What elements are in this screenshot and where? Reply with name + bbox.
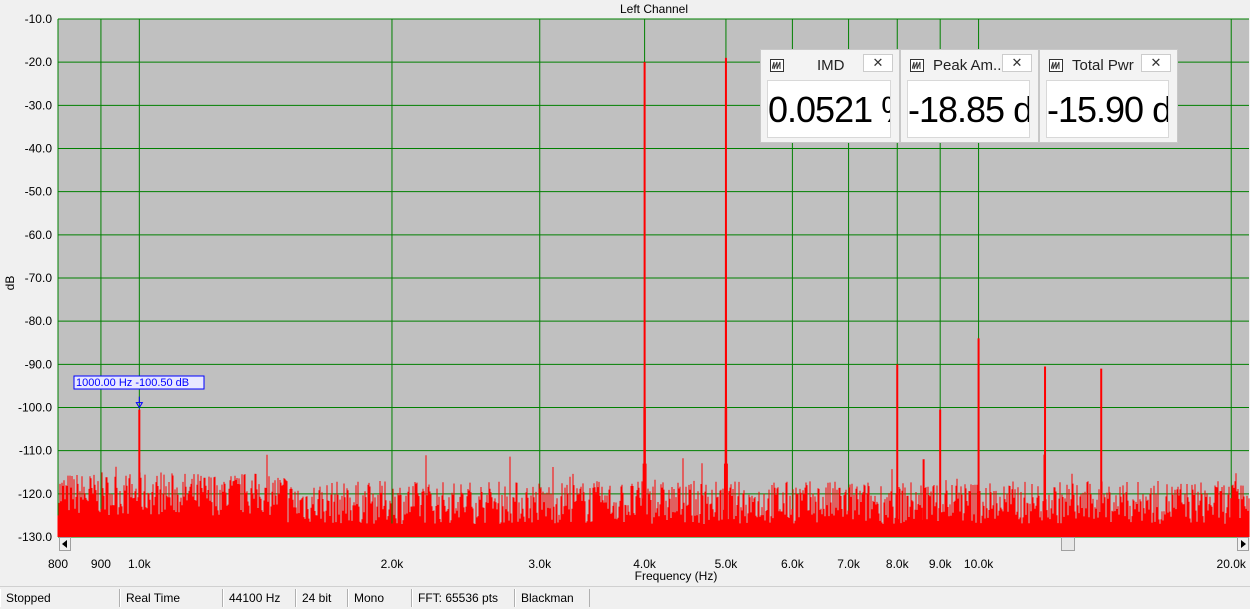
scroll-left-button[interactable]	[59, 537, 71, 551]
status-mode: Real Time	[120, 589, 223, 607]
meter-header: Total Pwr ✕	[1046, 54, 1173, 76]
status-sample-rate: 44100 Hz	[223, 589, 296, 607]
status-state: Stopped	[0, 589, 120, 607]
y-axis-label: dB	[3, 276, 17, 291]
x-tick-label: 2.0k	[381, 557, 405, 571]
meter-header: IMD ✕	[767, 54, 895, 76]
x-tick-label: 20.0k	[1217, 557, 1247, 571]
y-tick-label: -40.0	[25, 142, 53, 156]
status-window: Blackman	[515, 589, 590, 607]
y-tick-label: -20.0	[25, 55, 53, 69]
peak-amplitude-meter[interactable]: Peak Am... ✕ -18.85 dB	[900, 49, 1039, 143]
y-axis: -10.0 -20.0 -30.0 -40.0 -50.0 -60.0 -70.0 -80.0…	[18, 12, 52, 544]
y-tick-label: -50.0	[25, 185, 53, 199]
y-tick-label: -100.0	[18, 401, 52, 415]
y-tick-label: -80.0	[25, 314, 53, 328]
x-tick-label: 6.0k	[781, 557, 805, 571]
scroll-thumb[interactable]	[1061, 537, 1075, 551]
meter-title: Peak Am...	[933, 57, 1006, 74]
status-fft: FFT: 65536 pts	[412, 589, 515, 607]
imd-meter[interactable]: IMD ✕ 0.0521 %	[760, 49, 900, 143]
y-tick-label: -30.0	[25, 98, 53, 112]
y-tick-label: -10.0	[25, 12, 53, 26]
x-tick-label: 3.0k	[528, 557, 552, 571]
close-icon[interactable]: ✕	[1141, 54, 1171, 72]
x-tick-label: 1.0k	[128, 557, 152, 571]
status-bar: Stopped Real Time 44100 Hz 24 bit Mono F…	[0, 586, 1250, 609]
chart-title: Left Channel	[620, 2, 688, 16]
waveform-icon	[1049, 59, 1063, 72]
x-tick-label: 5.0k	[715, 557, 739, 571]
y-tick-label: -70.0	[25, 271, 53, 285]
meter-value: 0.0521 %	[767, 80, 891, 138]
x-tick-label: 9.0k	[929, 557, 953, 571]
total-power-meter[interactable]: Total Pwr ✕ -15.90 dB	[1039, 49, 1178, 143]
meter-title: IMD	[817, 57, 845, 74]
scroll-right-button[interactable]	[1237, 537, 1249, 551]
waveform-icon	[770, 59, 784, 72]
x-tick-label: 900	[91, 557, 111, 571]
x-tick-label: 10.0k	[964, 557, 994, 571]
status-channels: Mono	[348, 589, 412, 607]
x-tick-label: 7.0k	[837, 557, 861, 571]
meter-value: -15.90 dB	[1046, 80, 1169, 138]
x-axis-label: Frequency (Hz)	[635, 569, 718, 583]
y-tick-label: -60.0	[25, 228, 53, 242]
status-bit-depth: 24 bit	[296, 589, 348, 607]
marker-label: 1000.00 Hz -100.50 dB	[76, 377, 189, 389]
y-tick-label: -130.0	[18, 530, 52, 544]
y-tick-label: -90.0	[25, 357, 53, 371]
close-icon[interactable]: ✕	[863, 54, 893, 72]
arrow-right-icon	[1241, 540, 1246, 548]
meter-header: Peak Am... ✕	[907, 54, 1034, 76]
meter-value: -18.85 dB	[907, 80, 1030, 138]
y-tick-label: -120.0	[18, 487, 52, 501]
x-tick-label: 8.0k	[886, 557, 910, 571]
x-tick-label: 800	[48, 557, 68, 571]
y-tick-label: -110.0	[19, 444, 52, 458]
meter-title: Total Pwr	[1072, 57, 1134, 74]
close-icon[interactable]: ✕	[1002, 54, 1032, 72]
arrow-left-icon	[62, 540, 67, 548]
waveform-icon	[910, 59, 924, 72]
